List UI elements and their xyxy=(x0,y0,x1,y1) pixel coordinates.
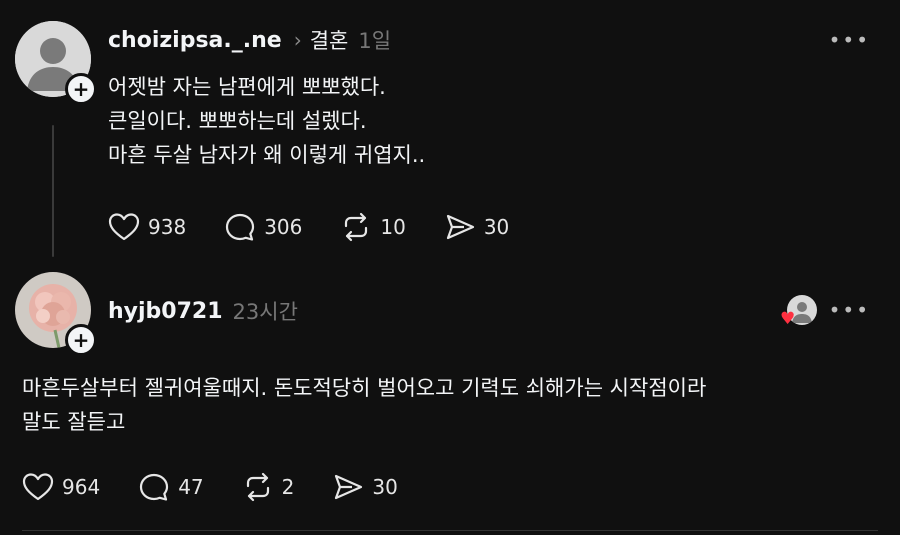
thread-connector-line xyxy=(52,125,54,257)
repost-icon xyxy=(345,212,368,242)
post-text-line: 마흔두살부터 젤귀여울때지. 돈도적당히 벌어오고 기력도 쇠해가는 시작점이라 xyxy=(22,376,707,400)
post-body: 마흔두살부터 젤귀여울때지. 돈도적당히 벌어오고 기력도 쇠해가는 시작점이라… xyxy=(22,371,706,439)
plus-icon: + xyxy=(72,327,90,352)
post-actions: 938 306 10 30 xyxy=(108,212,547,242)
share-count: 30 xyxy=(483,215,510,239)
post-body: 어젯밤 자는 남편에게 뽀뽀했다. 큰일이다. 뽀뽀하는데 설렜다. 마흔 두살… xyxy=(108,70,425,172)
post-text-line: 마흔 두살 남자가 왜 이렇게 귀엽지.. xyxy=(108,143,426,167)
post-timestamp: 23시간 xyxy=(232,300,298,324)
post-header: choizipsa._.ne › 결혼 1일 xyxy=(108,24,391,56)
username[interactable]: hyjb0721 xyxy=(108,299,223,324)
comment-icon xyxy=(226,213,255,241)
reply-button[interactable]: 47 xyxy=(138,472,204,502)
repost-count: 10 xyxy=(380,215,406,239)
like-count: 938 xyxy=(148,215,187,239)
reply-count: 306 xyxy=(264,215,303,239)
heart-icon xyxy=(22,473,54,501)
plus-icon: + xyxy=(72,76,90,101)
like-button[interactable]: 938 xyxy=(108,212,186,242)
like-button[interactable]: 964 xyxy=(22,472,100,502)
share-count: 30 xyxy=(372,475,398,499)
repost-count: 2 xyxy=(281,475,295,499)
share-button[interactable]: 30 xyxy=(444,212,509,242)
heart-badge-icon: ♥ xyxy=(780,309,796,329)
follow-button[interactable]: + xyxy=(65,324,97,356)
follow-button[interactable]: + xyxy=(65,73,97,105)
post-text-line: 큰일이다. 뽀뽀하는데 설렜다. xyxy=(108,109,367,133)
heart-icon xyxy=(108,213,140,241)
post-divider xyxy=(22,530,878,531)
post-timestamp: 1일 xyxy=(358,29,392,53)
repost-button[interactable]: 10 xyxy=(340,212,406,242)
chevron-right-icon: › xyxy=(293,28,302,52)
comment-icon xyxy=(140,473,169,501)
post-header: hyjb0721 23시간 xyxy=(108,295,298,327)
repost-icon xyxy=(246,472,269,502)
share-button[interactable]: 30 xyxy=(332,472,398,502)
post-text-line: 어젯밤 자는 남편에게 뽀뽀했다. xyxy=(108,75,386,99)
username[interactable]: choizipsa._.ne xyxy=(108,28,282,53)
send-icon xyxy=(446,214,474,240)
community-tag[interactable]: 결혼 xyxy=(310,25,349,55)
post-actions: 964 47 2 30 xyxy=(22,472,436,502)
reply-count: 47 xyxy=(178,475,204,499)
more-icon[interactable]: ••• xyxy=(829,28,870,52)
repost-button[interactable]: 2 xyxy=(242,472,295,502)
reply-button[interactable]: 306 xyxy=(224,212,302,242)
post-text-line: 말도 잘듣고 xyxy=(22,410,126,434)
more-icon[interactable]: ••• xyxy=(829,298,870,322)
send-icon xyxy=(335,474,363,500)
like-count: 964 xyxy=(62,475,101,499)
